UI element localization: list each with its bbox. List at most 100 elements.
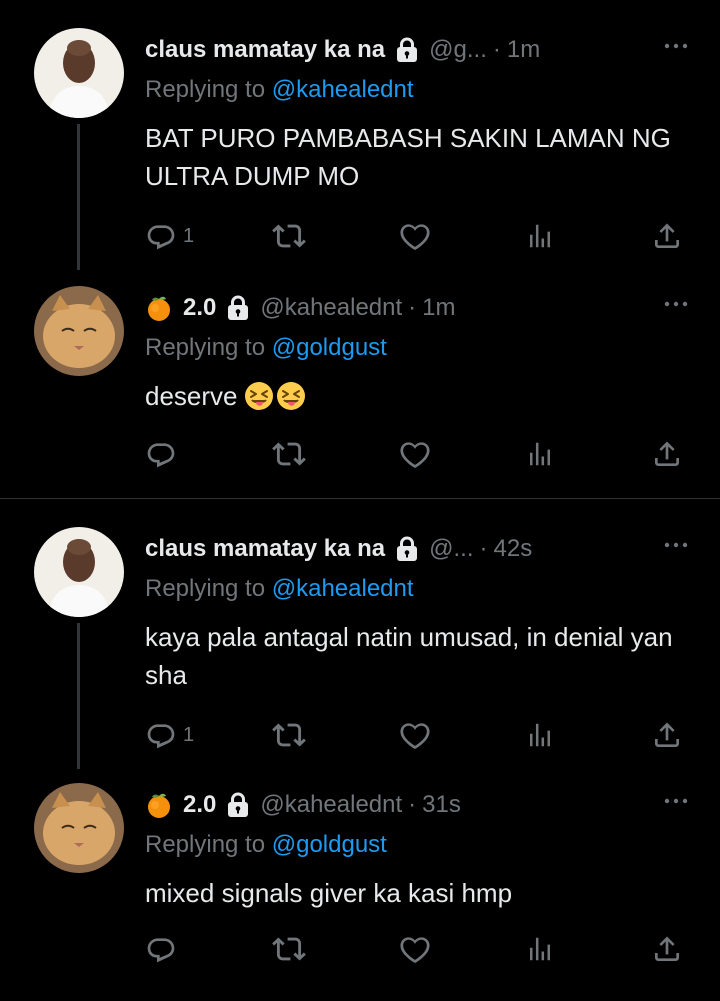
timestamp[interactable]: 31s (422, 791, 461, 819)
like-icon (398, 219, 432, 253)
handle[interactable]: @kahealednt (260, 791, 402, 819)
avatar[interactable] (34, 286, 124, 376)
avatar[interactable] (34, 28, 124, 118)
tweet[interactable]: claus mamatay ka na @g... · 1m Replying … (0, 28, 720, 278)
views-icon (525, 934, 555, 964)
more-icon[interactable] (662, 791, 690, 811)
views-button[interactable] (525, 931, 555, 967)
retweet-icon (272, 932, 306, 966)
tweet-header: 2.0 @kahealednt · 1m (145, 290, 456, 326)
share-button[interactable] (651, 218, 683, 254)
reply-icon (145, 438, 177, 470)
timestamp[interactable]: 42s (494, 535, 533, 563)
views-button[interactable] (525, 717, 555, 753)
replying-prefix: Replying to (145, 76, 266, 103)
replying-to: Replying to @goldgust (145, 831, 387, 859)
avatar[interactable] (34, 783, 124, 873)
share-icon (651, 933, 683, 965)
mention-link[interactable]: @kahealednt (272, 76, 414, 103)
squinting-tongue-emoji-icon (244, 381, 274, 411)
display-name[interactable]: 2.0 (183, 294, 216, 322)
retweet-button[interactable] (272, 218, 306, 254)
retweet-button[interactable] (272, 436, 306, 472)
lock-icon (226, 295, 250, 321)
views-icon (525, 221, 555, 251)
more-icon[interactable] (662, 36, 690, 56)
views-button[interactable] (525, 436, 555, 472)
retweet-icon (272, 437, 306, 471)
reply-count: 1 (183, 723, 195, 746)
replying-prefix: Replying to (145, 334, 266, 361)
like-icon (398, 437, 432, 471)
retweet-button[interactable] (272, 931, 306, 967)
action-bar (145, 436, 690, 472)
thread-line (77, 124, 80, 270)
views-icon (525, 720, 555, 750)
separator-dot: · (408, 294, 417, 321)
tweet[interactable]: 2.0 @kahealednt · 1m Replying to @goldgu… (0, 286, 720, 486)
display-name[interactable]: claus mamatay ka na (145, 535, 385, 563)
separator-dot: · (408, 791, 417, 818)
tweet-text: BAT PURO PAMBABASH SAKIN LAMAN NG ULTRA … (145, 123, 671, 191)
share-button[interactable] (651, 436, 683, 472)
retweet-icon (272, 718, 306, 752)
share-button[interactable] (651, 717, 683, 753)
replying-to: Replying to @kahealednt (145, 575, 414, 603)
share-icon (651, 438, 683, 470)
tweet-header: claus mamatay ka na @... · 42s (145, 531, 532, 567)
reply-button[interactable] (145, 436, 183, 472)
handle[interactable]: @g... (429, 36, 487, 64)
display-name[interactable]: 2.0 (183, 791, 216, 819)
more-icon[interactable] (662, 294, 690, 314)
views-button[interactable] (525, 218, 555, 254)
lock-icon (395, 37, 419, 63)
views-icon (525, 439, 555, 469)
reply-button[interactable]: 1 (145, 218, 194, 254)
tweet-header: 2.0 @kahealednt · 31s (145, 787, 461, 823)
share-icon (651, 220, 683, 252)
thread-2: claus mamatay ka na @... · 42s Replying … (0, 499, 720, 1001)
action-bar: 1 (145, 717, 690, 753)
reply-button[interactable] (145, 931, 183, 967)
reply-icon (145, 933, 177, 965)
lock-icon (395, 536, 419, 562)
reply-icon (145, 220, 177, 252)
action-bar: 1 (145, 218, 690, 254)
tweet[interactable]: 2.0 @kahealednt · 31s Replying to @goldg… (0, 783, 720, 983)
squinting-tongue-emoji-icon (276, 381, 306, 411)
retweet-button[interactable] (272, 717, 306, 753)
like-button[interactable] (398, 218, 432, 254)
display-name[interactable]: claus mamatay ka na (145, 36, 385, 64)
reply-icon (145, 719, 177, 751)
replying-prefix: Replying to (145, 831, 266, 858)
tweet-header: claus mamatay ka na @g... · 1m (145, 32, 540, 68)
replying-to: Replying to @goldgust (145, 334, 387, 362)
share-button[interactable] (651, 931, 683, 967)
handle[interactable]: @kahealednt (260, 294, 402, 322)
mention-link[interactable]: @kahealednt (272, 575, 414, 602)
mention-link[interactable]: @goldgust (272, 334, 387, 361)
mention-link[interactable]: @goldgust (272, 831, 387, 858)
separator-dot: · (479, 535, 488, 562)
more-icon[interactable] (662, 535, 690, 555)
timestamp[interactable]: 1m (422, 294, 455, 322)
timestamp[interactable]: 1m (507, 36, 540, 64)
handle[interactable]: @... (429, 535, 473, 563)
tweet-text: deserve (145, 381, 238, 411)
like-button[interactable] (398, 436, 432, 472)
like-icon (398, 932, 432, 966)
share-icon (651, 719, 683, 751)
lock-icon (226, 792, 250, 818)
avatar[interactable] (34, 527, 124, 617)
reply-button[interactable]: 1 (145, 717, 194, 753)
tweet-text-row: deserve (145, 377, 700, 415)
tweet[interactable]: claus mamatay ka na @... · 42s Replying … (0, 527, 720, 777)
like-button[interactable] (398, 931, 432, 967)
retweet-icon (272, 219, 306, 253)
action-bar (145, 931, 690, 967)
like-button[interactable] (398, 717, 432, 753)
tweet-text: mixed signals giver ka kasi hmp (145, 878, 513, 908)
separator-dot: · (492, 36, 501, 63)
thread-line (77, 623, 80, 769)
replying-prefix: Replying to (145, 575, 266, 602)
